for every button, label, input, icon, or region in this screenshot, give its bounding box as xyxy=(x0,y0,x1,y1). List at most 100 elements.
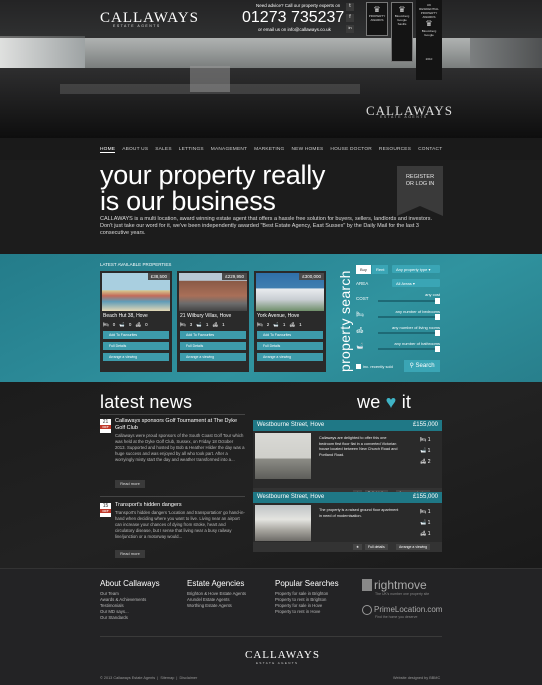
recently-sold-checkbox[interactable] xyxy=(356,364,361,369)
full-details-button[interactable]: Full Details xyxy=(103,342,169,350)
rightmove-logo[interactable]: rightmove xyxy=(374,578,427,592)
read-more-button[interactable]: Read more xyxy=(115,550,145,558)
latest-properties-label: LATEST AVAILABLE PROPERTIES xyxy=(100,262,172,267)
add-to-favourites-button[interactable]: Add To Favourites xyxy=(180,331,246,339)
rent-toggle[interactable]: Rent xyxy=(372,265,389,274)
property-address[interactable]: York Avenue, Hove xyxy=(257,313,299,319)
designer-credit[interactable]: Website designed by BBMC xyxy=(393,676,440,680)
arrange-viewing-button[interactable]: Arrange a viewing xyxy=(257,353,323,361)
sitemap-link[interactable]: Sitemap xyxy=(160,676,174,680)
footer-link[interactable]: Worthing Estate Agents xyxy=(187,603,246,609)
arrange-viewing-button[interactable]: Arrange a viewing xyxy=(103,353,169,361)
register-button[interactable]: REGISTER OR LOG IN xyxy=(397,166,443,216)
chevron-down-icon: ▾ xyxy=(412,281,415,286)
footer-logo[interactable]: CALLAWAYS xyxy=(245,649,320,661)
cost-slider[interactable] xyxy=(378,298,440,304)
post-title[interactable]: Callaways sponsors Golf Tournament at Th… xyxy=(115,418,245,431)
main-nav: HOME ABOUT US SALES LETTINGS MANAGEMENT … xyxy=(0,138,542,160)
login-label: OR LOG IN xyxy=(405,181,435,187)
news-post[interactable]: 15 OCT Transport's hidden dangers Transp… xyxy=(100,502,245,562)
divider xyxy=(100,636,442,637)
nav-lettings[interactable]: LETTINGS xyxy=(179,147,204,153)
property-card[interactable]: £300,000 York Avenue, Hove 🛏 2 🛁 1 🛋 1 Add … xyxy=(254,271,326,372)
email-link[interactable]: or email us on info@callaways.co.uk xyxy=(258,27,331,32)
slider-handle[interactable] xyxy=(435,330,440,336)
property-address[interactable]: 21 Wilbury Villas, Hove xyxy=(180,313,231,319)
rooms-count: 1 xyxy=(299,322,302,327)
nav-house-doctor[interactable]: HOUSE DOCTOR xyxy=(330,147,372,153)
news-post[interactable]: 21 OCT Callaways sponsors Golf Tournamen… xyxy=(100,418,245,490)
nav-contact[interactable]: CONTACT xyxy=(418,147,442,153)
footer-link[interactable]: Property to rent in Hove xyxy=(275,609,339,615)
baths-count: 1 xyxy=(282,322,286,327)
full-details-button[interactable]: Full Details xyxy=(180,342,246,350)
bed-icon: 🛏 xyxy=(420,437,428,443)
cost-value: any cost xyxy=(425,292,440,297)
arrange-viewing-button[interactable]: Arrange a viewing xyxy=(180,353,246,361)
tagline-line-1: your property really xyxy=(100,160,326,190)
slider-handle[interactable] xyxy=(435,314,440,320)
disclaimer-link[interactable]: Disclaimer xyxy=(180,676,198,680)
post-title[interactable]: Transport's hidden dangers xyxy=(115,502,245,509)
linkedin-icon[interactable]: in xyxy=(346,25,354,33)
property-type-select[interactable]: Any property type ▾ xyxy=(392,265,440,273)
nav-home[interactable]: HOME xyxy=(100,147,116,153)
primelocation-logo[interactable]: PrimeLocation.com xyxy=(374,605,442,614)
nav-sales[interactable]: SALES xyxy=(155,147,171,153)
listing-image[interactable] xyxy=(255,505,311,541)
bedrooms-slider[interactable] xyxy=(378,314,440,320)
featured-listing[interactable]: Westbourne Street, Hove £155,000 The pro… xyxy=(253,492,442,552)
twitter-icon[interactable]: t xyxy=(346,3,354,11)
property-search-title: property search xyxy=(337,270,353,372)
listing-description: Callaways are delighted to offer this on… xyxy=(319,436,398,457)
featured-listing[interactable]: Westbourne Street, Hove £155,000 Callawa… xyxy=(253,420,442,498)
property-card[interactable]: £38,500 Beach Hut 38, Hove 🛏 0 🛁 0 🛋 0 Add … xyxy=(100,271,172,372)
facebook-icon[interactable]: f xyxy=(346,14,354,22)
full-details-button[interactable]: Full details xyxy=(365,544,388,550)
sofa-icon: 🛋 xyxy=(420,531,428,537)
cost-label: COST xyxy=(356,296,369,301)
phone-number[interactable]: 01273 735237 xyxy=(242,9,344,27)
bath-icon: 🛁 xyxy=(119,322,125,327)
living-rooms-slider[interactable] xyxy=(378,330,440,336)
slider-handle[interactable] xyxy=(435,346,440,352)
area-select[interactable]: All Areas ▾ xyxy=(392,279,440,287)
listing-beds: 🛏 1 xyxy=(420,509,431,515)
nav-marketing[interactable]: MARKETING xyxy=(254,147,284,153)
footer-about-column: About Callaways Our Team Awards & Achiev… xyxy=(100,579,160,621)
rightmove-tagline: The UK's number one property site xyxy=(375,592,430,596)
listing-title[interactable]: Westbourne Street, Hove xyxy=(257,494,324,500)
bathrooms-slider[interactable] xyxy=(378,346,440,352)
footer-agencies-column: Estate Agencies Brighton & Hove Estate A… xyxy=(187,579,246,609)
nav-new-homes[interactable]: NEW HOMES xyxy=(292,147,324,153)
full-details-button[interactable]: Full Details xyxy=(257,342,323,350)
post-date: 21 OCT xyxy=(100,419,111,433)
nav-management[interactable]: MANAGEMENT xyxy=(211,147,247,153)
nav-about-us[interactable]: ABOUT US xyxy=(122,147,148,153)
favourite-star-icon[interactable]: ★ xyxy=(353,544,363,550)
buy-toggle[interactable]: Buy xyxy=(356,265,371,274)
property-card[interactable]: £229,950 21 Wilbury Villas, Hove 🛏 3 🛁 1 🛋… xyxy=(177,271,249,372)
rooms-count: 0 xyxy=(145,322,148,327)
add-to-favourites-button[interactable]: Add To Favourites xyxy=(257,331,323,339)
footer-heading: Estate Agencies xyxy=(187,579,245,588)
slider-handle[interactable] xyxy=(435,298,440,304)
property-price: £229,950 xyxy=(222,273,247,280)
property-address[interactable]: Beach Hut 38, Hove xyxy=(103,313,148,319)
property-type-value: Any property type xyxy=(396,267,428,272)
read-more-button[interactable]: Read more xyxy=(115,480,145,488)
crest-icon: ♛ xyxy=(425,19,433,28)
nav-resources[interactable]: RESOURCES xyxy=(379,147,411,153)
living-rooms-value: any number of living rooms xyxy=(391,325,440,330)
search-button[interactable]: ⚲ Search xyxy=(404,360,440,372)
arrange-viewing-button[interactable]: Arrange a viewing xyxy=(396,544,431,550)
listing-title[interactable]: Westbourne Street, Hove xyxy=(257,422,324,428)
listing-image[interactable] xyxy=(255,433,311,479)
site-footer: About Callaways Our Team Awards & Achiev… xyxy=(0,568,542,685)
bathrooms-value: any number of bathrooms xyxy=(394,341,440,346)
add-to-favourites-button[interactable]: Add To Favourites xyxy=(103,331,169,339)
search-title-wrap: property search xyxy=(335,264,353,376)
footer-link[interactable]: Our Standards xyxy=(100,615,160,621)
recently-sold-label: inc. recently sold xyxy=(363,364,393,369)
divider xyxy=(100,496,245,497)
